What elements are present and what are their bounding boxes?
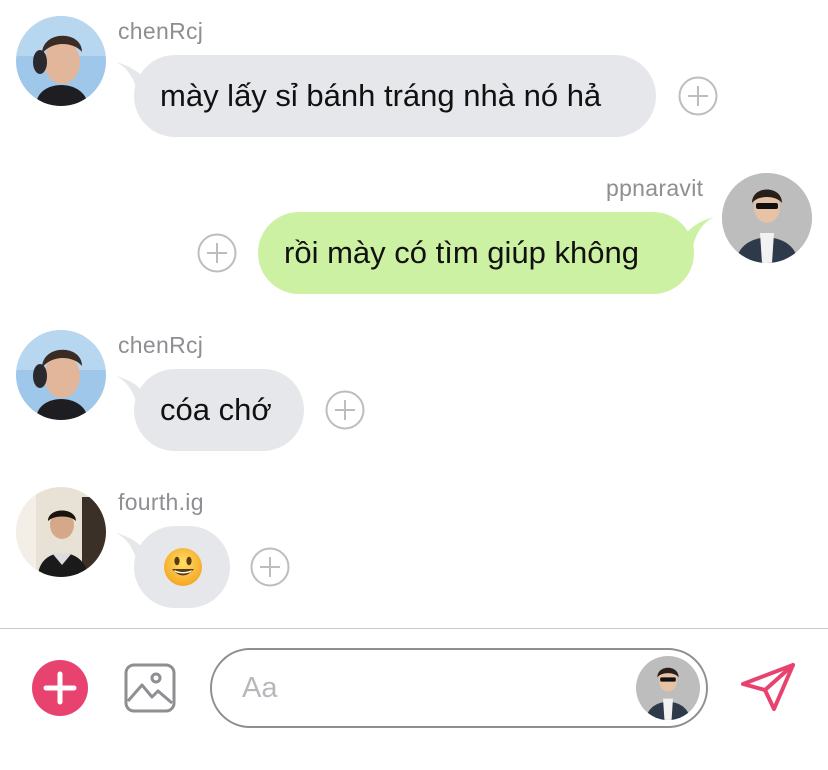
message-bubble[interactable]: rồi mày có tìm giúp không bbox=[258, 212, 694, 294]
chenrcj-avatar[interactable] bbox=[16, 16, 106, 106]
chat-screen: chenRcj mày lấy sỉ bánh tráng nhà nó hả … bbox=[0, 0, 828, 770]
add-button[interactable] bbox=[32, 660, 88, 716]
smiley-emoji-icon bbox=[164, 548, 202, 586]
message-input[interactable]: Aa bbox=[210, 648, 708, 728]
add-reaction-icon[interactable] bbox=[678, 76, 718, 116]
add-reaction-icon[interactable] bbox=[197, 233, 237, 273]
composer-divider bbox=[0, 628, 828, 629]
sender-name: chenRcj bbox=[118, 18, 204, 44]
image-icon[interactable] bbox=[124, 663, 176, 713]
sender-name: chenRcj bbox=[118, 332, 204, 358]
plus-icon bbox=[43, 671, 77, 705]
message-bubble[interactable]: mày lấy sỉ bánh tráng nhà nó hả bbox=[134, 55, 656, 137]
message-input-placeholder: Aa bbox=[242, 672, 278, 704]
fourth-avatar[interactable] bbox=[16, 487, 106, 577]
send-icon[interactable] bbox=[740, 662, 796, 712]
sender-name: ppnaravit bbox=[606, 175, 704, 201]
add-reaction-icon[interactable] bbox=[250, 547, 290, 587]
sender-name: fourth.ig bbox=[118, 489, 204, 515]
message-bubble[interactable]: 😃 bbox=[134, 526, 230, 608]
ppnaravit-avatar[interactable] bbox=[722, 173, 812, 263]
message-bubble[interactable]: cóa chớ bbox=[134, 369, 304, 451]
chenrcj-avatar[interactable] bbox=[16, 330, 106, 420]
ppnaravit-avatar bbox=[636, 656, 700, 720]
add-reaction-icon[interactable] bbox=[325, 390, 365, 430]
